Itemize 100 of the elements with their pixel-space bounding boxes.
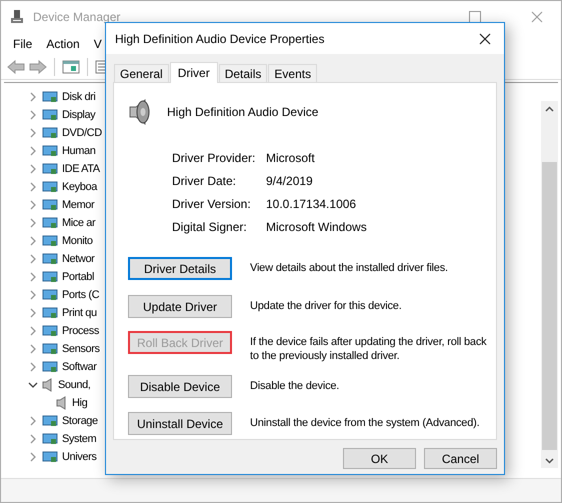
device-icon [42, 90, 58, 104]
property-value: Microsoft [266, 150, 315, 166]
tree-item[interactable]: Portabl [62, 268, 94, 286]
device-icon [42, 360, 58, 374]
speaker-icon [128, 98, 152, 126]
tree-item[interactable]: Monito [62, 232, 93, 250]
chevron-right-icon[interactable] [28, 434, 38, 444]
chevron-down-icon[interactable] [28, 380, 38, 390]
scrollbar[interactable] [541, 101, 558, 468]
action-button[interactable]: Uninstall Device [128, 412, 232, 435]
action-description: Disable the device. [250, 379, 340, 393]
speaker-icon [42, 378, 54, 392]
device-icon [42, 180, 58, 194]
device-icon [42, 306, 58, 320]
tree-item[interactable]: DVD/CD [62, 124, 102, 142]
device-icon [42, 198, 58, 212]
device-icon [42, 216, 58, 230]
menu-item[interactable]: V [94, 34, 102, 52]
menu-item[interactable]: File [13, 34, 32, 52]
tree-item[interactable]: Keyboa [62, 178, 97, 196]
property-label: Driver Date: [172, 172, 238, 190]
tree-item[interactable]: Human [62, 142, 96, 160]
chevron-right-icon[interactable] [28, 92, 38, 102]
tab[interactable]: Driver [170, 62, 218, 83]
property-label: Driver Version: [172, 196, 252, 212]
scroll-up-icon[interactable] [545, 106, 554, 112]
chevron-right-icon[interactable] [28, 326, 38, 336]
chevron-right-icon[interactable] [28, 164, 38, 174]
chevron-right-icon[interactable] [28, 416, 38, 426]
tree-item[interactable]: Process [62, 322, 99, 340]
device-icon [42, 252, 58, 266]
chevron-right-icon[interactable] [28, 218, 38, 228]
scroll-down-icon[interactable] [545, 458, 554, 464]
device-icon [42, 270, 58, 284]
chevron-right-icon[interactable] [28, 146, 38, 156]
device-icon [42, 126, 58, 140]
chevron-right-icon[interactable] [28, 452, 38, 462]
chevron-right-icon[interactable] [28, 362, 38, 372]
chevron-right-icon[interactable] [28, 110, 38, 120]
tree-item[interactable]: Sensors [62, 340, 100, 358]
chevron-right-icon[interactable] [28, 290, 38, 300]
tree-item[interactable]: Disk dri [62, 88, 96, 106]
scrollbar-thumb[interactable] [542, 162, 557, 450]
property-value: 9/4/2019 [266, 172, 313, 190]
dialog-button[interactable]: OK [343, 448, 416, 469]
action-button[interactable]: Driver Details [128, 257, 232, 280]
tree-item[interactable]: Ports (C [62, 286, 100, 304]
property-label: Digital Signer: [172, 218, 248, 236]
chevron-right-icon[interactable] [28, 254, 38, 264]
property-value: Microsoft Windows [266, 218, 367, 236]
device-icon [42, 450, 58, 464]
device-icon [42, 108, 58, 122]
menu-item[interactable]: Action [46, 34, 80, 52]
device-name: High Definition Audio Device [167, 104, 318, 121]
chevron-right-icon[interactable] [28, 236, 38, 246]
dialog-button[interactable]: Cancel [424, 448, 497, 469]
action-button[interactable]: Update Driver [128, 295, 232, 318]
chevron-right-icon[interactable] [28, 272, 38, 282]
tree-item[interactable]: Softwar [62, 358, 96, 376]
device-icon [42, 162, 58, 176]
action-description: Update the driver for this device. [250, 299, 403, 313]
device-icon [42, 432, 58, 446]
tree-item[interactable]: Sound, [58, 376, 90, 394]
device-icon [42, 414, 58, 428]
tree-item[interactable]: Storage [62, 412, 98, 430]
chevron-right-icon[interactable] [28, 128, 38, 138]
forward-arrow-icon[interactable] [29, 60, 47, 74]
tree-item[interactable]: Univers [62, 448, 96, 466]
close-icon[interactable] [479, 32, 491, 44]
action-description: If the device fails after updating the driver, roll back to the previously installed driver. [250, 335, 488, 363]
chevron-right-icon[interactable] [28, 200, 38, 210]
chevron-right-icon[interactable] [28, 344, 38, 354]
window-title: Device Manager [33, 9, 120, 26]
device-icon [42, 324, 58, 338]
back-arrow-icon[interactable] [7, 60, 25, 74]
action-description: View details about the installed driver files. [250, 261, 449, 275]
chevron-right-icon[interactable] [28, 182, 38, 192]
dialog-title: High Definition Audio Device Properties [115, 30, 324, 48]
speaker-icon [56, 396, 68, 410]
tree-item[interactable]: Mice ar [62, 214, 96, 232]
properties-window-icon[interactable] [62, 60, 80, 74]
property-value: 10.0.17134.1006 [266, 196, 356, 212]
tab[interactable]: General [114, 64, 169, 82]
tree-item[interactable]: Print qu [62, 304, 97, 322]
tree-item[interactable]: Memor [62, 196, 94, 214]
device-icon [42, 234, 58, 248]
device-icon [42, 144, 58, 158]
chevron-right-icon[interactable] [28, 308, 38, 318]
tree-item[interactable]: Networ [62, 250, 94, 268]
property-label: Driver Provider: [172, 150, 256, 166]
action-description: Uninstall the device from the system (Advanced). [250, 416, 480, 430]
tree-item[interactable]: Hig [72, 394, 88, 412]
tab[interactable]: Details [218, 64, 268, 82]
action-button[interactable]: Disable Device [128, 375, 232, 398]
tree-item[interactable]: System [62, 430, 96, 448]
tab[interactable]: Events [268, 64, 318, 82]
tree-item[interactable]: IDE ATA [62, 160, 100, 178]
tree-item[interactable]: Display [62, 106, 96, 124]
device-icon [42, 288, 58, 302]
device-icon [42, 342, 58, 356]
